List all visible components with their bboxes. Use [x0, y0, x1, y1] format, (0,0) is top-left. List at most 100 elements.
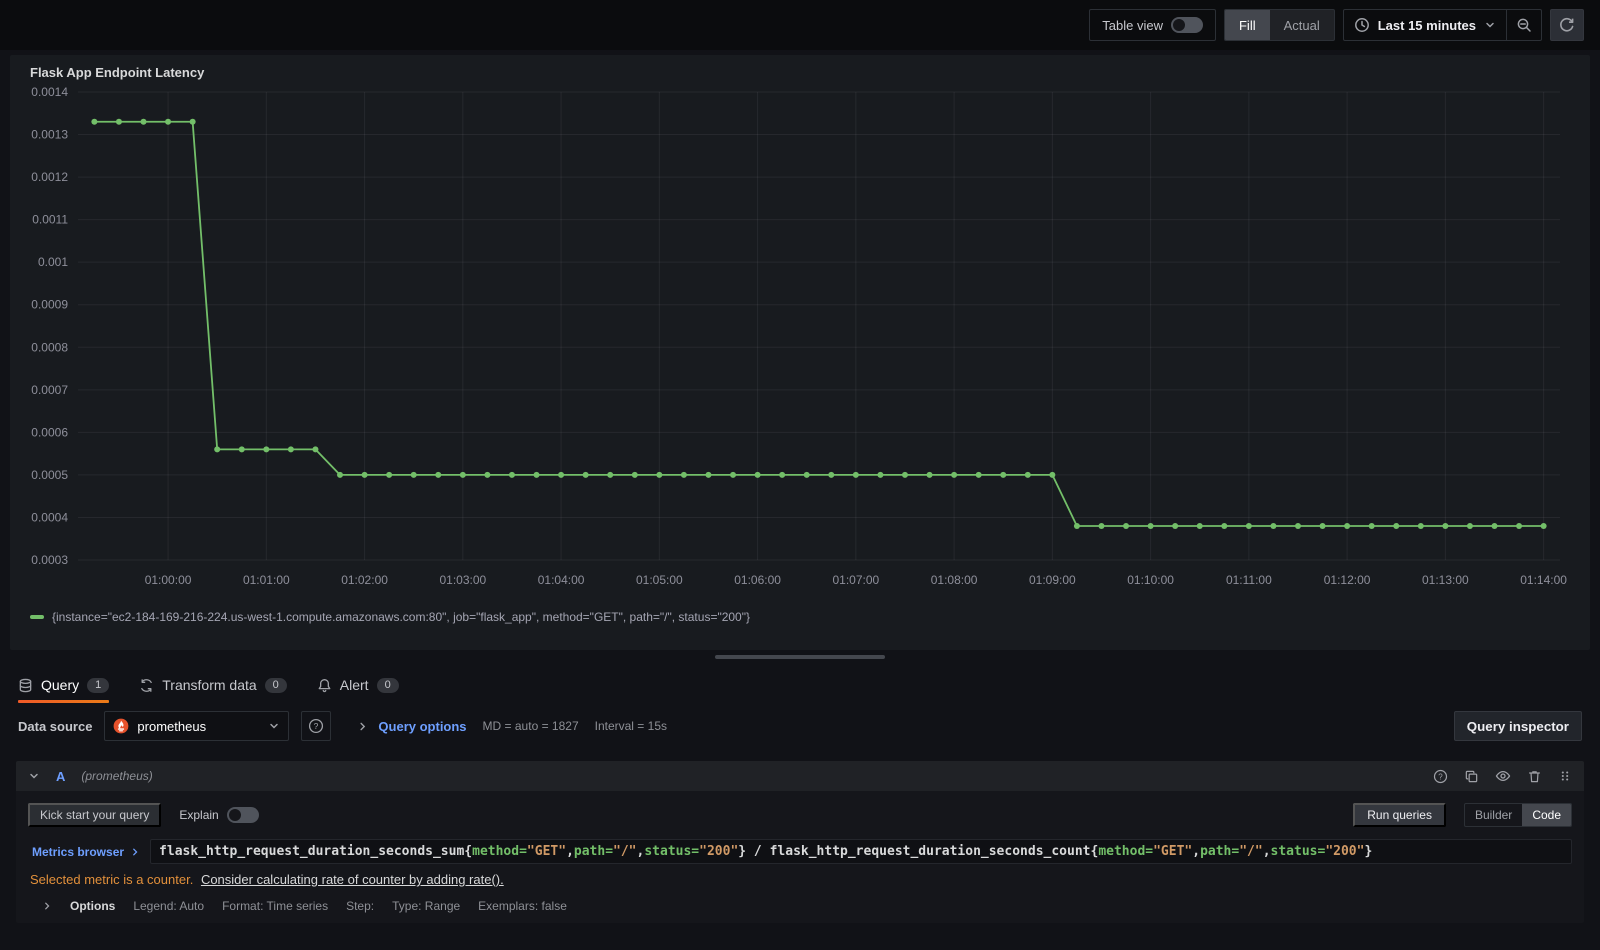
- duplicate-query-icon[interactable]: [1464, 769, 1479, 784]
- data-point[interactable]: [1442, 522, 1449, 529]
- data-point[interactable]: [287, 446, 294, 453]
- data-point[interactable]: [926, 471, 933, 478]
- data-point[interactable]: [435, 471, 442, 478]
- metrics-browser-toggle[interactable]: Metrics browser: [28, 845, 140, 859]
- data-point[interactable]: [533, 471, 540, 478]
- data-point[interactable]: [901, 471, 908, 478]
- data-point[interactable]: [189, 118, 196, 125]
- data-point[interactable]: [730, 471, 737, 478]
- data-point[interactable]: [803, 471, 810, 478]
- kick-start-query-button[interactable]: Kick start your query: [28, 803, 162, 827]
- data-point[interactable]: [312, 446, 319, 453]
- remove-query-trash-icon[interactable]: [1527, 769, 1542, 784]
- data-point[interactable]: [754, 471, 761, 478]
- data-point[interactable]: [1344, 522, 1351, 529]
- data-point[interactable]: [386, 471, 393, 478]
- data-point[interactable]: [1368, 522, 1375, 529]
- data-point[interactable]: [1123, 522, 1130, 529]
- data-point[interactable]: [1319, 522, 1326, 529]
- refresh-icon: [1559, 17, 1575, 33]
- data-point[interactable]: [1024, 471, 1031, 478]
- options-label[interactable]: Options: [70, 899, 115, 913]
- x-tick-label: 01:12:00: [1324, 573, 1371, 587]
- data-point[interactable]: [828, 471, 835, 478]
- data-point[interactable]: [140, 118, 147, 125]
- data-point[interactable]: [1491, 522, 1498, 529]
- query-options-toggle[interactable]: Query options MD = auto = 1827 Interval …: [357, 719, 667, 734]
- data-point[interactable]: [484, 471, 491, 478]
- data-point[interactable]: [607, 471, 614, 478]
- add-rate-link[interactable]: Consider calculating rate of counter by …: [201, 872, 504, 887]
- data-point[interactable]: [680, 471, 687, 478]
- collapse-chevron-icon[interactable]: [28, 770, 40, 782]
- legend-series-label[interactable]: {instance="ec2-184-169-216-224.us-west-1…: [52, 610, 750, 624]
- data-point[interactable]: [1049, 471, 1056, 478]
- data-point[interactable]: [361, 471, 368, 478]
- builder-option[interactable]: Builder: [1465, 804, 1522, 826]
- data-point[interactable]: [1147, 522, 1154, 529]
- data-point[interactable]: [91, 118, 98, 125]
- data-point[interactable]: [582, 471, 589, 478]
- data-point[interactable]: [165, 118, 172, 125]
- actual-option[interactable]: Actual: [1270, 10, 1334, 40]
- fill-option[interactable]: Fill: [1224, 10, 1270, 40]
- data-point[interactable]: [1270, 522, 1277, 529]
- data-point[interactable]: [975, 471, 982, 478]
- table-view-toggle[interactable]: [1170, 17, 1203, 33]
- data-point[interactable]: [631, 471, 638, 478]
- data-point[interactable]: [877, 471, 884, 478]
- data-point[interactable]: [1540, 522, 1547, 529]
- data-point[interactable]: [1000, 471, 1007, 478]
- drag-handle-grip-icon[interactable]: [1558, 769, 1572, 783]
- data-point[interactable]: [558, 471, 565, 478]
- hide-response-eye-icon[interactable]: [1495, 768, 1511, 784]
- datasource-picker[interactable]: prometheus: [104, 711, 290, 741]
- data-point[interactable]: [214, 446, 221, 453]
- data-point[interactable]: [337, 471, 344, 478]
- run-queries-button[interactable]: Run queries: [1353, 803, 1446, 827]
- data-point[interactable]: [1417, 522, 1424, 529]
- query-ref-id[interactable]: A: [56, 769, 65, 784]
- code-option[interactable]: Code: [1522, 804, 1571, 826]
- data-point[interactable]: [1393, 522, 1400, 529]
- help-circle-icon: ?: [308, 718, 324, 734]
- timeseries-chart[interactable]: 0.0014 0.0013 0.0012 0.0011 0.001 0.0009 0.000…: [20, 80, 1580, 608]
- data-point[interactable]: [951, 471, 958, 478]
- data-point[interactable]: [1466, 522, 1473, 529]
- data-point[interactable]: [1098, 522, 1105, 529]
- data-point[interactable]: [459, 471, 466, 478]
- data-point[interactable]: [410, 471, 417, 478]
- data-point[interactable]: [1294, 522, 1301, 529]
- query-token: "GET": [526, 844, 567, 859]
- data-point[interactable]: [1245, 522, 1252, 529]
- datasource-help-button[interactable]: ?: [301, 711, 332, 741]
- data-point[interactable]: [705, 471, 712, 478]
- data-point[interactable]: [1516, 522, 1523, 529]
- data-point[interactable]: [238, 446, 245, 453]
- x-tick-label: 01:10:00: [1127, 573, 1174, 587]
- data-point[interactable]: [1172, 522, 1179, 529]
- chevron-right-icon[interactable]: [42, 901, 52, 911]
- data-point[interactable]: [656, 471, 663, 478]
- query-token: ,: [566, 844, 574, 859]
- data-point[interactable]: [852, 471, 859, 478]
- help-circle-icon[interactable]: ?: [1433, 769, 1448, 784]
- time-range-button[interactable]: Last 15 minutes: [1344, 10, 1506, 40]
- tab-alert[interactable]: Alert 0: [317, 677, 399, 703]
- query-inspector-button[interactable]: Query inspector: [1453, 711, 1582, 741]
- data-point[interactable]: [263, 446, 270, 453]
- data-point[interactable]: [1221, 522, 1228, 529]
- data-point[interactable]: [508, 471, 515, 478]
- zoom-out-time-button[interactable]: [1506, 10, 1541, 40]
- data-point[interactable]: [1073, 522, 1080, 529]
- data-point[interactable]: [779, 471, 786, 478]
- promql-query-input[interactable]: flask_http_request_duration_seconds_sum{…: [150, 839, 1572, 864]
- query-token: "/": [613, 844, 637, 859]
- tab-transform-data[interactable]: Transform data 0: [139, 677, 287, 703]
- refresh-button[interactable]: [1550, 9, 1584, 41]
- data-point[interactable]: [115, 118, 122, 125]
- pane-resize-handle[interactable]: [715, 655, 885, 659]
- tab-query[interactable]: Query 1: [18, 677, 110, 703]
- data-point[interactable]: [1196, 522, 1203, 529]
- explain-toggle[interactable]: [226, 807, 259, 823]
